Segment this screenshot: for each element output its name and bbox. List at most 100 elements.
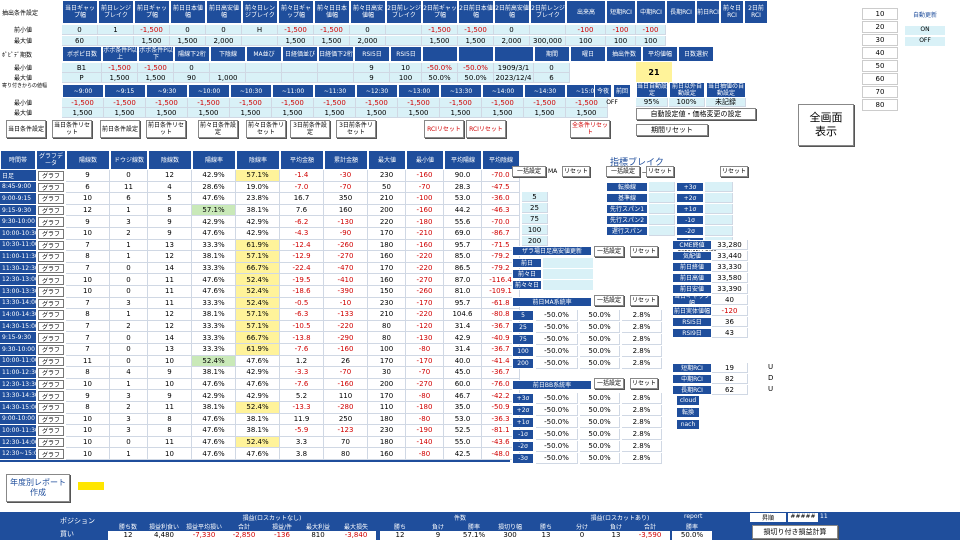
time-min-cell[interactable]: -1,500 [188,98,230,108]
value-cell[interactable]: 100 [606,36,636,46]
sort-label[interactable]: 昇順 [750,513,786,522]
ma-value[interactable]: 100 [522,225,548,235]
ma-value[interactable]: 200 [522,236,548,246]
time-max-cell[interactable]: 1,500 [356,108,398,118]
sigma-value[interactable] [705,182,733,192]
graph-button[interactable]: グラフ [38,426,64,436]
graph-button[interactable]: グラフ [38,414,64,425]
value-cell[interactable]: 0 [174,63,210,73]
value-cell[interactable]: 1,500 [170,36,206,46]
value-cell[interactable]: 60 [62,36,98,46]
time-min-cell[interactable]: -1,500 [314,98,356,108]
graph-button[interactable]: グラフ [38,333,64,343]
value-cell[interactable]: -1,500 [134,25,170,35]
value-cell[interactable] [318,73,354,83]
bulk-set-button[interactable]: 一括設定 [594,295,624,306]
value-cell[interactable]: 1,500 [278,36,314,46]
time-min-cell[interactable]: -1,500 [104,98,146,108]
graph-button[interactable]: グラフ [38,182,64,193]
condition-button[interactable]: 前日条件リセット [146,120,186,138]
value-cell[interactable] [282,73,318,83]
condition-button[interactable]: 当日条件設定 [6,120,46,138]
indicator-value[interactable] [649,226,675,236]
graph-button[interactable]: グラフ [38,345,64,355]
value-cell[interactable]: 0 [206,25,242,35]
value-cell[interactable]: 2023/12/4 [494,73,534,83]
bulk-set-button[interactable]: 一括設定 [606,166,640,177]
graph-button[interactable]: グラフ [38,379,64,390]
yearly-report-button[interactable]: 年度別レポート作成 [6,474,70,502]
value-cell[interactable]: 100 [566,36,606,46]
value-cell[interactable]: 50.0% [458,73,494,83]
condition-button[interactable]: 前々日条件リセット [246,120,286,138]
reset-button[interactable]: リセット [720,166,748,177]
condition-button[interactable]: 当日条件リセット [52,120,92,138]
graph-button[interactable]: グラフ [38,287,64,297]
bulk-set-button[interactable]: 一括設定 [594,378,624,389]
value-cell[interactable] [210,63,246,73]
time-min-cell[interactable]: -1,500 [146,98,188,108]
time-min-cell[interactable]: -1,500 [62,98,104,108]
side-value[interactable]: 60 [862,73,898,85]
graph-button[interactable]: グラフ [38,356,64,367]
condition-button[interactable]: 全条件リセット [570,120,610,138]
time-max-cell[interactable]: 1,500 [398,108,440,118]
time-max-cell[interactable]: 1,500 [524,108,566,118]
auto-value[interactable]: 95% [636,98,668,107]
value-cell[interactable]: 6 [534,73,570,83]
value-cell[interactable]: 1,500 [422,36,458,46]
value-cell[interactable]: 1,000 [210,73,246,83]
fullscreen-button[interactable]: 全画面表示 [798,104,854,146]
side-value[interactable]: 10 [862,8,898,20]
sigma-value[interactable] [705,215,733,225]
graph-button[interactable]: グラフ [38,275,64,285]
value-cell[interactable]: 10 [390,63,422,73]
time-min-cell[interactable]: -1,500 [230,98,272,108]
auto-update-on[interactable]: ON [905,26,945,35]
condition-button[interactable]: 前日条件設定 [100,120,140,138]
graph-button[interactable]: グラフ [38,403,64,413]
indicator-value[interactable] [649,182,675,192]
value-cell[interactable]: 100 [636,36,666,46]
value-cell[interactable] [386,36,422,46]
reset-button[interactable]: リセット [630,295,658,306]
graph-button[interactable]: グラフ [38,171,64,181]
ma-value[interactable]: 25 [522,203,548,213]
day-value[interactable] [543,280,593,290]
time-max-cell[interactable]: 1,500 [272,108,314,118]
side-value[interactable]: 50 [862,60,898,72]
graph-button[interactable]: グラフ [38,437,64,448]
ma-value[interactable]: 5 [522,192,548,202]
value-cell[interactable]: 9 [354,73,390,83]
value-cell[interactable]: -1,500 [138,63,174,73]
graph-button[interactable]: グラフ [38,298,64,309]
auto-value[interactable]: 100% [669,98,705,107]
value-cell[interactable]: P [62,73,102,83]
graph-button[interactable]: グラフ [38,391,64,401]
value-cell[interactable]: 100 [390,73,422,83]
value-cell[interactable] [98,36,134,46]
day-value[interactable] [543,269,593,279]
condition-button[interactable]: 3日前条件リセット [336,120,376,138]
value-cell[interactable]: 9 [354,63,390,73]
graph-button[interactable]: グラフ [38,252,64,262]
graph-button[interactable]: グラフ [38,205,64,216]
time-max-cell[interactable]: 1,500 [62,108,104,118]
value-cell[interactable]: 2,000 [494,36,530,46]
value-cell[interactable] [386,25,422,35]
value-cell[interactable]: 2,000 [350,36,386,46]
value-cell[interactable]: 1,500 [138,73,174,83]
value-cell[interactable]: -1,500 [422,25,458,35]
graph-button[interactable]: グラフ [38,194,64,204]
value-cell[interactable]: 1,500 [134,36,170,46]
time-max-cell[interactable]: 1,500 [188,108,230,118]
time-min-cell[interactable]: -1,500 [398,98,440,108]
condition-button[interactable]: RCIリセット [466,120,506,138]
value-cell[interactable] [246,73,282,83]
value-cell[interactable] [282,63,318,73]
condition-button[interactable]: 3日前条件設定 [290,120,330,138]
value-cell[interactable]: 1,500 [314,36,350,46]
reset-button[interactable]: リセット [562,166,590,177]
bulk-set-button[interactable]: 一括設定 [594,246,624,257]
time-max-cell[interactable]: 1,500 [482,108,524,118]
